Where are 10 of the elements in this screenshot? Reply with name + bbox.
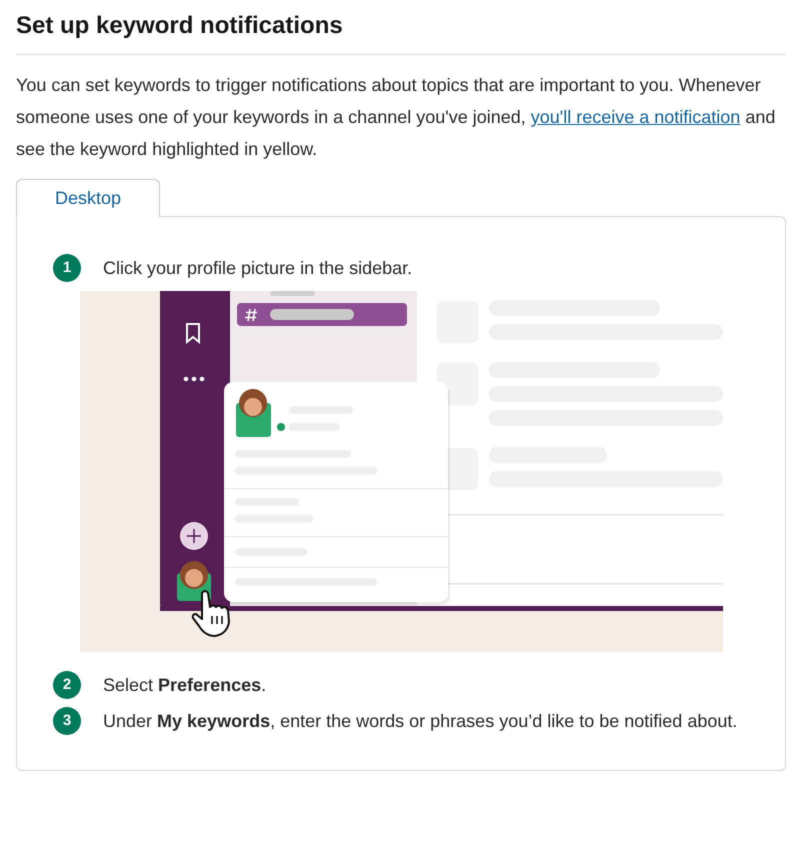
step-text: Under My keywords, enter the words or phrases you’d like to be notified about.: [103, 710, 738, 733]
page-title: Set up keyword notifications: [16, 11, 344, 41]
step-number: 1: [53, 254, 81, 282]
step-text: Click your profile picture in the sidebar.: [103, 257, 412, 280]
intro-paragraph: You can set keywords to trigger notifications about topics that are important to you. Whenever someone uses one of your keywords in a channel you've joined, you'll receive a notification and see the keyword highlighted in yellow.: [16, 74, 776, 161]
step-number: 2: [53, 671, 81, 699]
notification-link[interactable]: you'll receive a notification: [530, 107, 740, 127]
platform-tab[interactable]: Desktop: [16, 179, 160, 217]
step-text: Select Preferences.: [103, 674, 266, 697]
step-number: 3: [53, 707, 81, 735]
